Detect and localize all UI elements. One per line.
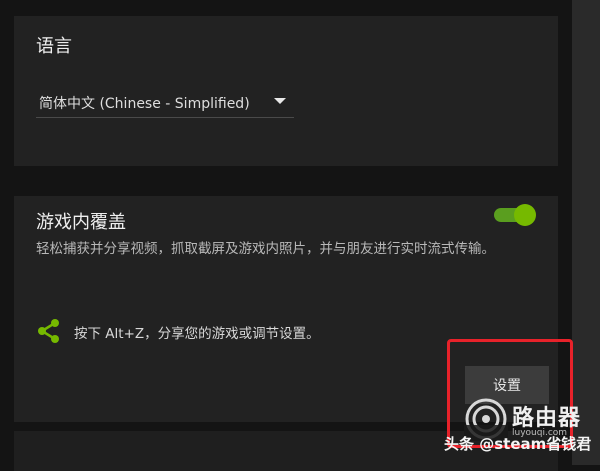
- overlay-description: 轻松捕获并分享视频，抓取截屏及游戏内照片，并与朋友进行实时流式传输。: [36, 241, 495, 257]
- chevron-down-icon: [274, 98, 286, 104]
- language-select[interactable]: 简体中文 (Chinese - Simplified): [36, 86, 294, 118]
- overlay-hint-text: 按下 Alt+Z，分享您的游戏或调节设置。: [74, 326, 320, 342]
- watermark-credit: 头条 @steam省钱君: [444, 435, 592, 453]
- share-icon: [38, 319, 59, 343]
- overlay-hint: 按下 Alt+Z，分享您的游戏或调节设置。: [36, 316, 456, 344]
- scrollbar-track[interactable]: [572, 0, 600, 465]
- overlay-title: 游戏内覆盖: [36, 212, 126, 233]
- language-card: 语言 简体中文 (Chinese - Simplified): [14, 16, 558, 166]
- language-title: 语言: [36, 36, 72, 57]
- language-select-value: 简体中文 (Chinese - Simplified): [39, 96, 250, 112]
- overlay-toggle[interactable]: [494, 204, 536, 226]
- toggle-knob: [514, 204, 536, 226]
